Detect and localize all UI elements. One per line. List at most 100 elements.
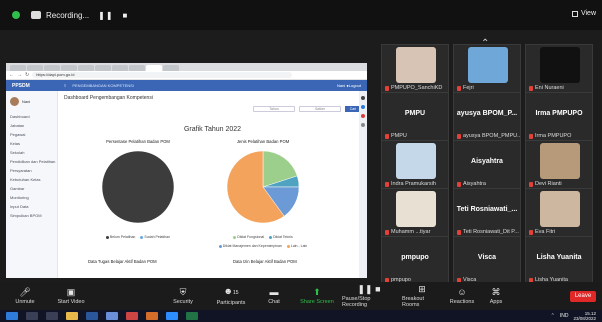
breakout-rooms-button[interactable]: ⊞ Breakout Rooms: [402, 284, 442, 308]
url-field[interactable]: https://dapi.pom.go.id: [32, 72, 293, 78]
pointer-icon[interactable]: [361, 96, 365, 100]
browser-tab-active[interactable]: [146, 65, 162, 71]
legend-item[interactable]: Sudah Pelatihan: [140, 235, 170, 239]
participant-tile[interactable]: Lisha Yuanita Lisha Yuanita: [525, 236, 593, 286]
view-button[interactable]: View: [571, 10, 596, 17]
zoom-icon[interactable]: [166, 312, 178, 320]
legend-label: Diklat Fungsional: [237, 235, 265, 239]
participant-tile[interactable]: Fejri: [453, 44, 521, 94]
app-icon[interactable]: [106, 312, 118, 320]
legend-item[interactable]: Lain - Lain: [286, 244, 308, 248]
browser-tab[interactable]: [61, 65, 77, 71]
browser-tab[interactable]: [27, 65, 43, 71]
text-icon[interactable]: [361, 123, 365, 127]
participant-name-text: Muhamm ...tiyar: [391, 229, 431, 235]
sidebar-item-persyaratan[interactable]: Persyaratan: [6, 166, 57, 175]
browser-tab[interactable]: [112, 65, 128, 71]
participant-tile[interactable]: ayusya BPOM_P... ayusya BPOM_PMPU...: [453, 92, 521, 142]
sidebar-item-simpulkan[interactable]: Simpulkan BPOM: [6, 211, 57, 220]
recording-indicator[interactable]: Recording... ❚❚ ■: [12, 11, 128, 20]
task-view-icon[interactable]: [46, 312, 58, 320]
participant-display-name: Irma PMPUPO: [535, 110, 583, 117]
legend-swatch: [233, 235, 237, 239]
browser-tab[interactable]: [10, 65, 26, 71]
draw-icon[interactable]: [361, 105, 365, 109]
legend-item[interactable]: Belum Pelatihan: [105, 235, 135, 239]
browser-tab[interactable]: [95, 65, 111, 71]
participant-video: [396, 143, 436, 179]
security-button[interactable]: ⛨ Security: [168, 287, 198, 305]
participant-tile[interactable]: Indra Pramukarsih: [381, 140, 449, 190]
browser-tab[interactable]: [44, 65, 60, 71]
participant-name-text: Fejri: [463, 85, 474, 91]
app-brand[interactable]: PPSDM: [6, 83, 58, 89]
participant-tile[interactable]: Muhamm ...tiyar: [381, 188, 449, 238]
header-user[interactable]: Nani ●Logout: [337, 83, 367, 88]
language-indicator[interactable]: IND: [560, 313, 569, 319]
sidebar-item-jabatan[interactable]: Jabatan: [6, 121, 57, 130]
participant-tile[interactable]: Eva Fitri: [525, 188, 593, 238]
menu-icon[interactable]: ≡: [64, 83, 66, 88]
satker-select[interactable]: Satker: [299, 106, 341, 112]
word-icon[interactable]: [86, 312, 98, 320]
back-icon[interactable]: ←: [9, 72, 14, 78]
chart-legend: Belum Pelatihan Sudah Pelatihan: [88, 235, 188, 239]
stop-recording-icon[interactable]: ■: [123, 11, 129, 20]
participant-tile[interactable]: PMPU PMPU: [381, 92, 449, 142]
legend-swatch: [269, 235, 273, 239]
year-select[interactable]: Tahun: [253, 106, 295, 112]
browser-tab[interactable]: [129, 65, 145, 71]
sidebar-item-sekolah[interactable]: Sekolah: [6, 148, 57, 157]
legend-item[interactable]: Diklat Teknis: [269, 235, 293, 239]
start-video-button[interactable]: ▣ Start Video: [52, 287, 90, 305]
participant-tile[interactable]: Eni Nuraeni: [525, 44, 593, 94]
participant-tile[interactable]: Irma PMPUPO Irma PMPUPO: [525, 92, 593, 142]
record-icon[interactable]: [361, 114, 365, 118]
participant-tile[interactable]: Teti Rosniawati_... Teti Rosniawati_Dit P…: [453, 188, 521, 238]
breakout-rooms-label: Breakout Rooms: [402, 296, 425, 308]
app-icon[interactable]: [146, 312, 158, 320]
sidebar-item-input[interactable]: Input Data: [6, 202, 57, 211]
sidebar-item-kelas[interactable]: Kelas: [6, 139, 57, 148]
video-off-icon: ▣: [66, 287, 76, 297]
sidebar-item-kebutuhan[interactable]: Kebutuhan Kelas: [6, 175, 57, 184]
forward-icon[interactable]: →: [17, 72, 22, 78]
participant-name: Muhamm ...tiyar: [385, 229, 430, 235]
network-icon[interactable]: ⌃: [551, 313, 555, 319]
microphone-muted-icon: 🎤︎: [19, 287, 31, 297]
chat-button[interactable]: ▬ Chat: [264, 287, 284, 305]
sidebar-item-dashboard[interactable]: Dashboard: [6, 112, 57, 121]
excel-icon[interactable]: [186, 312, 198, 320]
pause-stop-recording-button[interactable]: ❚❚ ■ Pause/Stop Recording: [342, 284, 396, 308]
reactions-button[interactable]: ☺ Reactions: [448, 287, 476, 305]
file-explorer-icon[interactable]: [66, 312, 78, 320]
sidebar-item-monitoring[interactable]: Monitoring: [6, 193, 57, 202]
legend-item[interactable]: Diklat Manajemen dan Kepemimpinan: [218, 244, 282, 248]
participant-tile[interactable]: Visca Visca: [453, 236, 521, 286]
unmute-button[interactable]: 🎤︎ Unmute: [10, 287, 40, 305]
participants-button[interactable]: ☻15 Participants: [212, 286, 250, 306]
search-icon[interactable]: [26, 312, 38, 320]
leave-button[interactable]: Leave: [570, 291, 596, 302]
clock[interactable]: 15.12 23/08/2022: [573, 311, 596, 321]
sidebar-item-pegawai[interactable]: Pegawai: [6, 130, 57, 139]
legend-swatch: [105, 235, 109, 239]
windows-start-icon[interactable]: [6, 312, 18, 320]
legend-label: Lain - Lain: [290, 244, 308, 248]
reload-icon[interactable]: ↻: [25, 72, 29, 78]
browser-tab[interactable]: [78, 65, 94, 71]
participant-tile[interactable]: pmpupo pmpupo: [381, 236, 449, 286]
participant-tile[interactable]: PMPUPO_SanchiKD: [381, 44, 449, 94]
sidebar-item-diklat[interactable]: Pendidikan dan Pelatihan: [6, 157, 57, 166]
participant-tile[interactable]: Devi Rianti: [525, 140, 593, 190]
share-screen-button[interactable]: ⬆ Share Screen: [298, 287, 336, 305]
pie-slice[interactable]: [101, 150, 175, 224]
sidebar-item-gambar[interactable]: Gambar: [6, 184, 57, 193]
zoom-window: Recording... ❚❚ ■ View ← → ↻ https://dap…: [0, 0, 602, 322]
participant-tile[interactable]: Aisyahtra Aisyahtra: [453, 140, 521, 190]
apps-button[interactable]: ⌘ Apps: [486, 287, 506, 305]
pause-recording-icon[interactable]: ❚❚: [98, 11, 113, 20]
browser-tab[interactable]: [163, 65, 179, 71]
legend-item[interactable]: Diklat Fungsional: [233, 235, 264, 239]
chrome-icon[interactable]: [126, 312, 138, 320]
